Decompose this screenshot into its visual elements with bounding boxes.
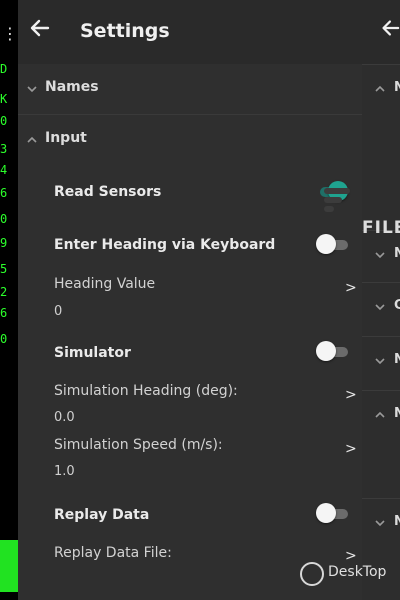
simulation-speed-label[interactable]: Simulation Speed (m/s): bbox=[54, 437, 223, 453]
simulation-speed-value: 1.0 bbox=[54, 464, 75, 479]
strip-char: 4 bbox=[0, 163, 8, 177]
simulation-heading-value: 0.0 bbox=[54, 410, 75, 425]
secondary-row-label: N bbox=[394, 246, 400, 261]
section-title: Names bbox=[45, 79, 99, 95]
secondary-row-label: C bbox=[394, 298, 400, 313]
settings-panel: Settings Names Input Read Sensors Enter … bbox=[18, 0, 362, 600]
replay-data-toggle[interactable] bbox=[316, 503, 348, 523]
chevron-down-icon bbox=[375, 358, 385, 365]
strip-char: 5 bbox=[0, 262, 8, 276]
simulator-label: Simulator bbox=[54, 345, 131, 361]
simulation-heading-arrow-icon[interactable]: > bbox=[345, 387, 357, 403]
secondary-panel: N N C N N N bbox=[362, 0, 400, 600]
replay-data-label: Replay Data bbox=[54, 507, 150, 523]
heading-value-arrow-icon[interactable]: > bbox=[345, 280, 357, 296]
toggle-thumb bbox=[316, 503, 336, 523]
desktop-logo-icon bbox=[300, 562, 324, 586]
secondary-row[interactable]: C bbox=[362, 282, 400, 333]
filehorse-logo-icon bbox=[324, 188, 350, 212]
simulation-heading-label[interactable]: Simulation Heading (deg): bbox=[54, 383, 238, 399]
strip-char: K bbox=[0, 92, 8, 106]
enter-heading-label: Enter Heading via Keyboard bbox=[54, 237, 276, 253]
secondary-row-label: N bbox=[394, 406, 400, 421]
strip-char: 0 bbox=[0, 332, 8, 346]
app-bar: Settings bbox=[18, 0, 362, 64]
simulation-speed-arrow-icon[interactable]: > bbox=[345, 441, 357, 457]
secondary-row-label: N bbox=[394, 80, 400, 95]
secondary-app-bar bbox=[362, 0, 400, 64]
strip-char: 2 bbox=[0, 285, 8, 299]
section-input[interactable]: Input bbox=[18, 116, 362, 166]
secondary-row[interactable]: N bbox=[362, 498, 400, 549]
strip-char: 0 bbox=[0, 212, 8, 226]
secondary-row[interactable]: N bbox=[362, 64, 400, 115]
divider bbox=[18, 114, 362, 115]
toggle-thumb bbox=[316, 341, 336, 361]
desktop-watermark-text: DeskTop bbox=[328, 564, 387, 580]
enter-heading-toggle[interactable] bbox=[316, 234, 348, 254]
watermark-file: FILE bbox=[362, 218, 400, 238]
secondary-row-label: N bbox=[394, 514, 400, 529]
read-sensors-label: Read Sensors bbox=[54, 184, 162, 200]
chevron-down-icon bbox=[375, 304, 385, 311]
toggle-thumb bbox=[316, 234, 336, 254]
back-arrow-icon[interactable] bbox=[28, 16, 52, 40]
chevron-up-icon bbox=[27, 136, 37, 143]
page-title: Settings bbox=[80, 20, 170, 42]
secondary-row[interactable]: N bbox=[362, 390, 400, 441]
secondary-row-label: N bbox=[394, 352, 400, 367]
strip-char: 3 bbox=[0, 142, 8, 156]
heading-value-label[interactable]: Heading Value bbox=[54, 276, 155, 292]
strip-char: 9 bbox=[0, 236, 8, 250]
back-arrow-icon[interactable] bbox=[378, 16, 400, 40]
replay-data-file-label[interactable]: Replay Data File: bbox=[54, 545, 172, 561]
section-names[interactable]: Names bbox=[18, 64, 362, 114]
strip-char: 6 bbox=[0, 186, 8, 200]
secondary-row[interactable]: N bbox=[362, 336, 400, 387]
heading-value: 0 bbox=[54, 304, 63, 319]
strip-char: D bbox=[0, 62, 8, 76]
strip-char: 0 bbox=[0, 114, 8, 128]
chevron-down-icon bbox=[27, 86, 37, 93]
chevron-down-icon bbox=[375, 520, 385, 527]
chevron-up-icon bbox=[375, 85, 385, 92]
vertical-dots-icon[interactable]: ⋮ bbox=[2, 24, 18, 43]
chevron-up-icon bbox=[375, 411, 385, 418]
left-strip: ⋮ D K 0 3 4 6 0 9 5 2 6 0 bbox=[0, 0, 18, 600]
strip-char: 6 bbox=[0, 306, 8, 320]
green-indicator bbox=[0, 540, 18, 592]
desktop-watermark: DeskTop bbox=[300, 560, 400, 590]
simulator-toggle[interactable] bbox=[316, 341, 348, 361]
chevron-down-icon bbox=[375, 252, 385, 259]
section-title: Input bbox=[45, 130, 87, 146]
